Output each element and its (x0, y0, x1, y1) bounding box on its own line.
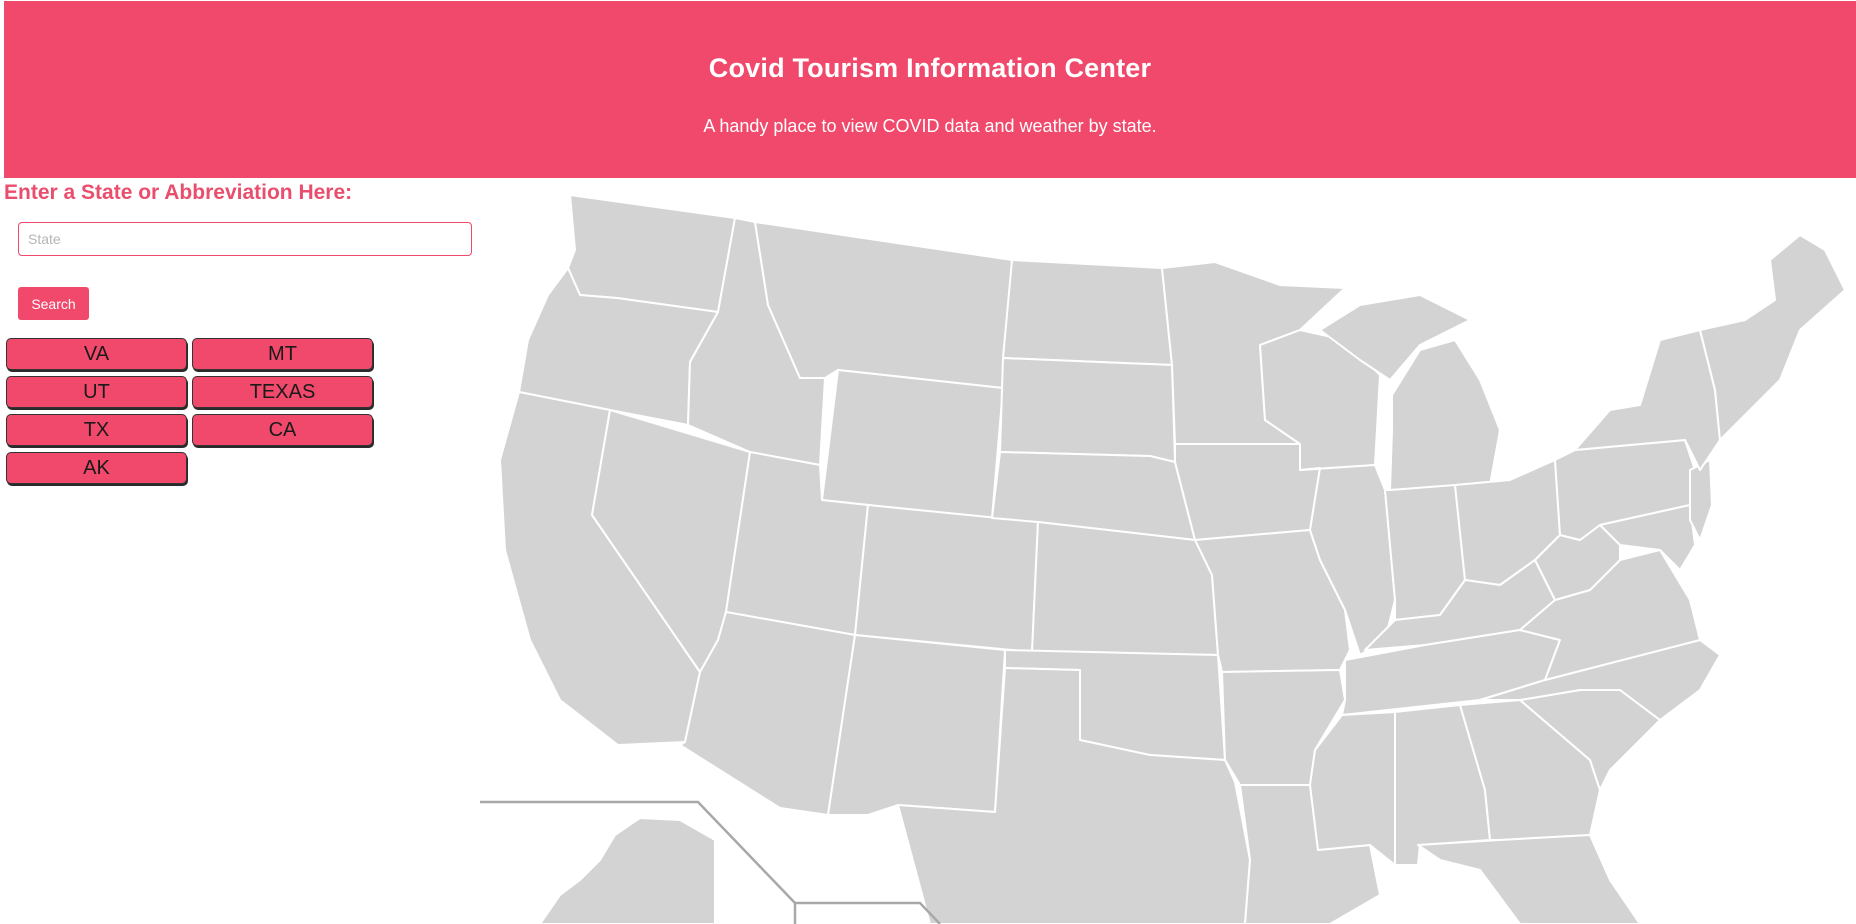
page-subtitle: A handy place to view COVID data and wea… (703, 116, 1157, 136)
history-button-ca[interactable]: CA (192, 414, 373, 446)
state-search-input[interactable] (18, 222, 472, 256)
search-button[interactable]: Search (18, 287, 89, 320)
state-colorado[interactable] (854, 504, 1039, 653)
page-title: Covid Tourism Information Center (708, 53, 1152, 83)
state-florida[interactable] (1417, 834, 1641, 924)
state-south-dakota[interactable] (999, 357, 1176, 463)
state-delaware-nj[interactable] (1689, 459, 1713, 541)
state-michigan[interactable] (1389, 339, 1501, 491)
state-wyoming[interactable] (821, 369, 1004, 519)
state-new-mexico[interactable] (827, 634, 1006, 816)
state-montana[interactable] (754, 221, 1013, 389)
history-button-mt[interactable]: MT (192, 338, 373, 370)
us-state-map (470, 185, 1856, 924)
state-alaska[interactable] (539, 817, 716, 924)
state-new-england[interactable] (1699, 234, 1846, 441)
state-washington[interactable] (567, 194, 736, 313)
page-header: Covid Tourism Information Center A handy… (4, 1, 1856, 178)
state-kansas[interactable] (1031, 521, 1219, 656)
history-button-texas[interactable]: TEXAS (192, 376, 373, 408)
history-button-ut[interactable]: UT (6, 376, 187, 408)
history-button-ak[interactable]: AK (6, 452, 187, 484)
search-prompt: Enter a State or Abbreviation Here: (4, 181, 353, 204)
state-north-dakota[interactable] (1002, 259, 1173, 366)
history-button-tx[interactable]: TX (6, 414, 187, 446)
history-button-va[interactable]: VA (6, 338, 187, 370)
state-iowa[interactable] (1174, 443, 1321, 541)
